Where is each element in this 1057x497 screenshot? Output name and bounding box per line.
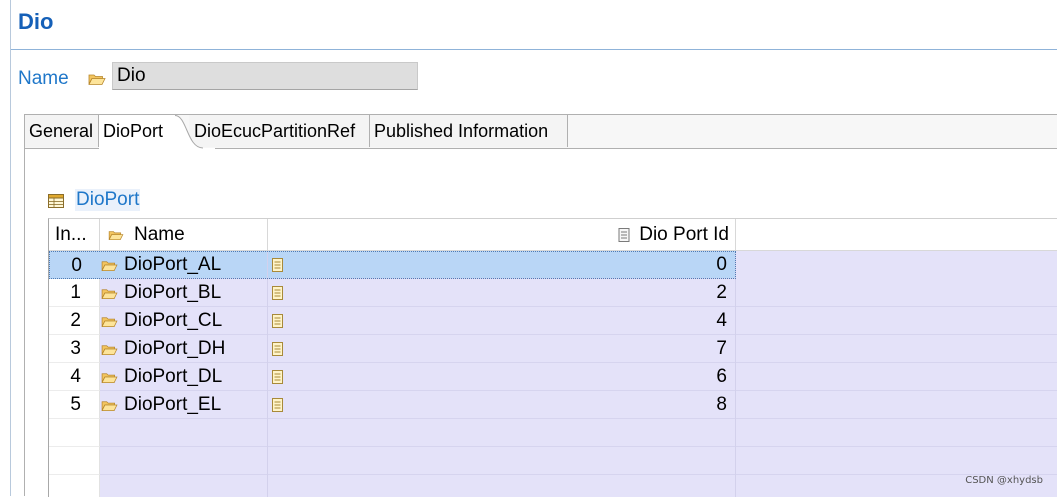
sort-ascending-icon: ⌃ bbox=[67, 219, 76, 223]
column-header-name-label: Name bbox=[134, 224, 185, 245]
empty-table-row bbox=[49, 447, 1057, 475]
row-port-id: 6 bbox=[716, 366, 727, 387]
column-header-index-label: In... bbox=[55, 224, 87, 245]
row-index: 3 bbox=[49, 335, 100, 363]
row-name-cell[interactable]: DioPort_BL bbox=[100, 279, 268, 307]
table-body: 0 DioPort_AL 0 1 DioPort_BL 2 2 DioPort_… bbox=[49, 251, 1057, 497]
table-icon bbox=[48, 194, 64, 208]
folder-open-icon bbox=[101, 373, 118, 383]
row-name-cell[interactable]: DioPort_CL bbox=[100, 307, 268, 335]
tab-general[interactable]: General bbox=[25, 115, 99, 147]
row-index bbox=[49, 475, 100, 497]
row-index: 5 bbox=[49, 391, 100, 419]
title-divider bbox=[11, 49, 1057, 50]
row-port-id: 2 bbox=[716, 282, 727, 303]
row-port-id-cell[interactable]: 6 bbox=[268, 363, 736, 391]
row-name-cell[interactable]: DioPort_DH bbox=[100, 335, 268, 363]
row-name: DioPort_BL bbox=[124, 282, 222, 303]
row-port-id: 0 bbox=[716, 254, 727, 275]
row-port-id-cell[interactable]: 8 bbox=[268, 391, 736, 419]
row-index: 0 bbox=[49, 251, 100, 279]
parameter-icon bbox=[272, 398, 283, 412]
column-header-dio-port-id[interactable]: Dio Port Id bbox=[268, 219, 736, 250]
row-name: DioPort_DH bbox=[124, 338, 226, 359]
editor-title: Dio bbox=[18, 9, 54, 34]
row-port-id: 7 bbox=[716, 338, 727, 359]
folder-open-icon bbox=[88, 74, 106, 85]
row-port-id: 4 bbox=[716, 310, 727, 331]
column-header-index[interactable]: ⌃ In... bbox=[49, 219, 100, 250]
editor-left-border bbox=[10, 0, 11, 496]
parameter-icon bbox=[272, 342, 283, 356]
row-name: DioPort_EL bbox=[124, 394, 222, 415]
table-row[interactable]: 3 DioPort_DH 7 bbox=[49, 335, 1057, 363]
row-index: 1 bbox=[49, 279, 100, 307]
parameter-icon bbox=[272, 314, 283, 328]
row-index bbox=[49, 419, 100, 447]
row-port-id-cell bbox=[268, 447, 736, 475]
row-port-id-cell bbox=[268, 475, 736, 497]
tab-curve bbox=[175, 115, 215, 149]
row-port-id-cell[interactable]: 4 bbox=[268, 307, 736, 335]
row-name-cell[interactable]: DioPort_DL bbox=[100, 363, 268, 391]
row-index: 2 bbox=[49, 307, 100, 335]
tab-published-information[interactable]: Published Information bbox=[370, 115, 568, 147]
empty-table-row bbox=[49, 475, 1057, 497]
row-port-id-cell[interactable]: 2 bbox=[268, 279, 736, 307]
row-name-cell bbox=[100, 419, 268, 447]
table-row[interactable]: 1 DioPort_BL 2 bbox=[49, 279, 1057, 307]
table-row[interactable]: 5 DioPort_EL 8 bbox=[49, 391, 1057, 419]
name-row: Name bbox=[18, 62, 438, 92]
tab-dioecucpartitionref[interactable]: DioEcucPartitionRef bbox=[189, 115, 370, 147]
folder-open-icon bbox=[101, 261, 118, 271]
folder-open-icon bbox=[101, 317, 118, 327]
tab-bar: General DioPort DioEcucPartitionRef Publ… bbox=[25, 115, 1057, 149]
row-port-id-cell[interactable]: 0 bbox=[268, 251, 736, 279]
row-name-cell[interactable]: DioPort_AL bbox=[100, 251, 268, 279]
parameter-icon bbox=[618, 228, 630, 242]
dioport-table: ⌃ In... Name Dio Port Id 0 bbox=[48, 218, 1057, 497]
row-port-id-cell bbox=[268, 419, 736, 447]
folder-open-icon bbox=[108, 231, 124, 241]
column-header-dio-port-id-label: Dio Port Id bbox=[639, 224, 729, 245]
table-row[interactable]: 4 DioPort_DL 6 bbox=[49, 363, 1057, 391]
row-name: DioPort_CL bbox=[124, 310, 223, 331]
row-name: DioPort_AL bbox=[124, 254, 222, 275]
name-label: Name bbox=[18, 68, 69, 89]
row-name-cell bbox=[100, 475, 268, 497]
folder-open-icon bbox=[101, 289, 118, 299]
watermark: CSDN @xhydsb bbox=[965, 475, 1043, 486]
folder-open-icon bbox=[101, 401, 118, 411]
row-index bbox=[49, 447, 100, 475]
table-header: ⌃ In... Name Dio Port Id bbox=[49, 219, 1057, 251]
folder-open-icon bbox=[101, 345, 118, 355]
row-index: 4 bbox=[49, 363, 100, 391]
row-name-cell bbox=[100, 447, 268, 475]
row-port-id: 8 bbox=[716, 394, 727, 415]
tab-dioport[interactable]: DioPort bbox=[99, 115, 177, 149]
section-title[interactable]: DioPort bbox=[75, 189, 141, 211]
row-port-id-cell[interactable]: 7 bbox=[268, 335, 736, 363]
table-row[interactable]: 2 DioPort_CL 4 bbox=[49, 307, 1057, 335]
column-header-name[interactable]: Name bbox=[100, 219, 268, 250]
row-name-cell[interactable]: DioPort_EL bbox=[100, 391, 268, 419]
row-filler bbox=[736, 251, 1057, 279]
name-input[interactable] bbox=[112, 62, 418, 90]
empty-table-row bbox=[49, 419, 1057, 447]
parameter-icon bbox=[272, 286, 283, 300]
parameter-icon bbox=[272, 258, 283, 272]
table-row[interactable]: 0 DioPort_AL 0 bbox=[49, 251, 1057, 279]
parameter-icon bbox=[272, 370, 283, 384]
row-name: DioPort_DL bbox=[124, 366, 223, 387]
